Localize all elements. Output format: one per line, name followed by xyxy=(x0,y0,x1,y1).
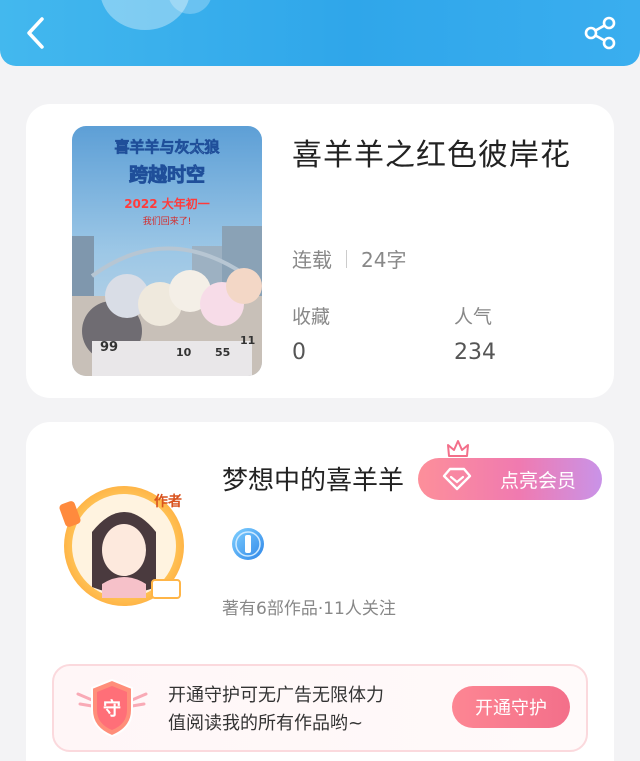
crown-icon xyxy=(446,438,470,460)
guard-banner: 守 开通守护可无广告无限体力 值阅读我的所有作品哟~ 开通守护 xyxy=(52,664,588,752)
book-meta-row: 连载 24字 xyxy=(292,244,406,273)
shield-icon: 守 xyxy=(76,676,148,740)
cover-tagline-text: 我们回来了! xyxy=(143,215,192,227)
cover-art: 99 10 55 11 喜羊羊与灰太狼 跨越时空 2022 大年初一 我们回来了… xyxy=(72,126,262,376)
top-bar xyxy=(0,0,640,66)
cover-date-text: 2022 大年初一 xyxy=(124,196,210,211)
guard-line-1: 开通守护可无广告无限体力 xyxy=(168,685,384,706)
shield-text: 守 xyxy=(103,698,121,720)
author-card: 作者 梦想中的喜羊羊 点亮会员 著有6部作品·11人关注 守 开通守护可无广告无… xyxy=(26,422,614,761)
svg-text:55: 55 xyxy=(215,346,230,359)
level-badge-icon xyxy=(230,526,266,562)
vip-button[interactable]: 点亮会员 xyxy=(418,458,602,500)
author-name[interactable]: 梦想中的喜羊羊 xyxy=(222,460,404,497)
cover-subtitle-text: 跨越时空 xyxy=(129,163,205,186)
back-button[interactable] xyxy=(18,14,54,52)
share-icon xyxy=(584,16,616,50)
diamond-icon xyxy=(442,467,472,491)
book-cover[interactable]: 99 10 55 11 喜羊羊与灰太狼 跨越时空 2022 大年初一 我们回来了… xyxy=(72,126,262,376)
popularity-label: 人气 xyxy=(454,306,493,328)
book-info-card: 99 10 55 11 喜羊羊与灰太狼 跨越时空 2022 大年初一 我们回来了… xyxy=(26,104,614,398)
svg-text:11: 11 xyxy=(240,334,255,347)
svg-text:99: 99 xyxy=(100,340,118,355)
divider xyxy=(346,249,347,268)
guard-description: 开通守护可无广告无限体力 值阅读我的所有作品哟~ xyxy=(168,682,384,738)
author-works-info: 著有6部作品·11人关注 xyxy=(222,599,396,619)
cover-series-text: 喜羊羊与灰太狼 xyxy=(114,138,220,156)
open-guard-button[interactable]: 开通守护 xyxy=(452,686,570,728)
guard-line-2: 值阅读我的所有作品哟~ xyxy=(168,713,364,734)
favorites-label: 收藏 xyxy=(292,306,331,328)
share-button[interactable] xyxy=(580,14,620,52)
serial-status: 连载 xyxy=(292,248,332,272)
author-tag: 作者 xyxy=(154,493,182,510)
chevron-left-icon xyxy=(27,17,44,49)
book-title: 喜羊羊之红色彼岸花 xyxy=(292,138,571,173)
word-count: 24字 xyxy=(361,248,407,272)
favorites-value: 0 xyxy=(292,340,306,365)
author-avatar[interactable]: 作者 xyxy=(52,472,202,612)
vip-button-label: 点亮会员 xyxy=(499,469,576,492)
popularity-value: 234 xyxy=(454,340,496,365)
avatar-art: 作者 xyxy=(59,486,184,606)
svg-text:10: 10 xyxy=(176,346,192,359)
